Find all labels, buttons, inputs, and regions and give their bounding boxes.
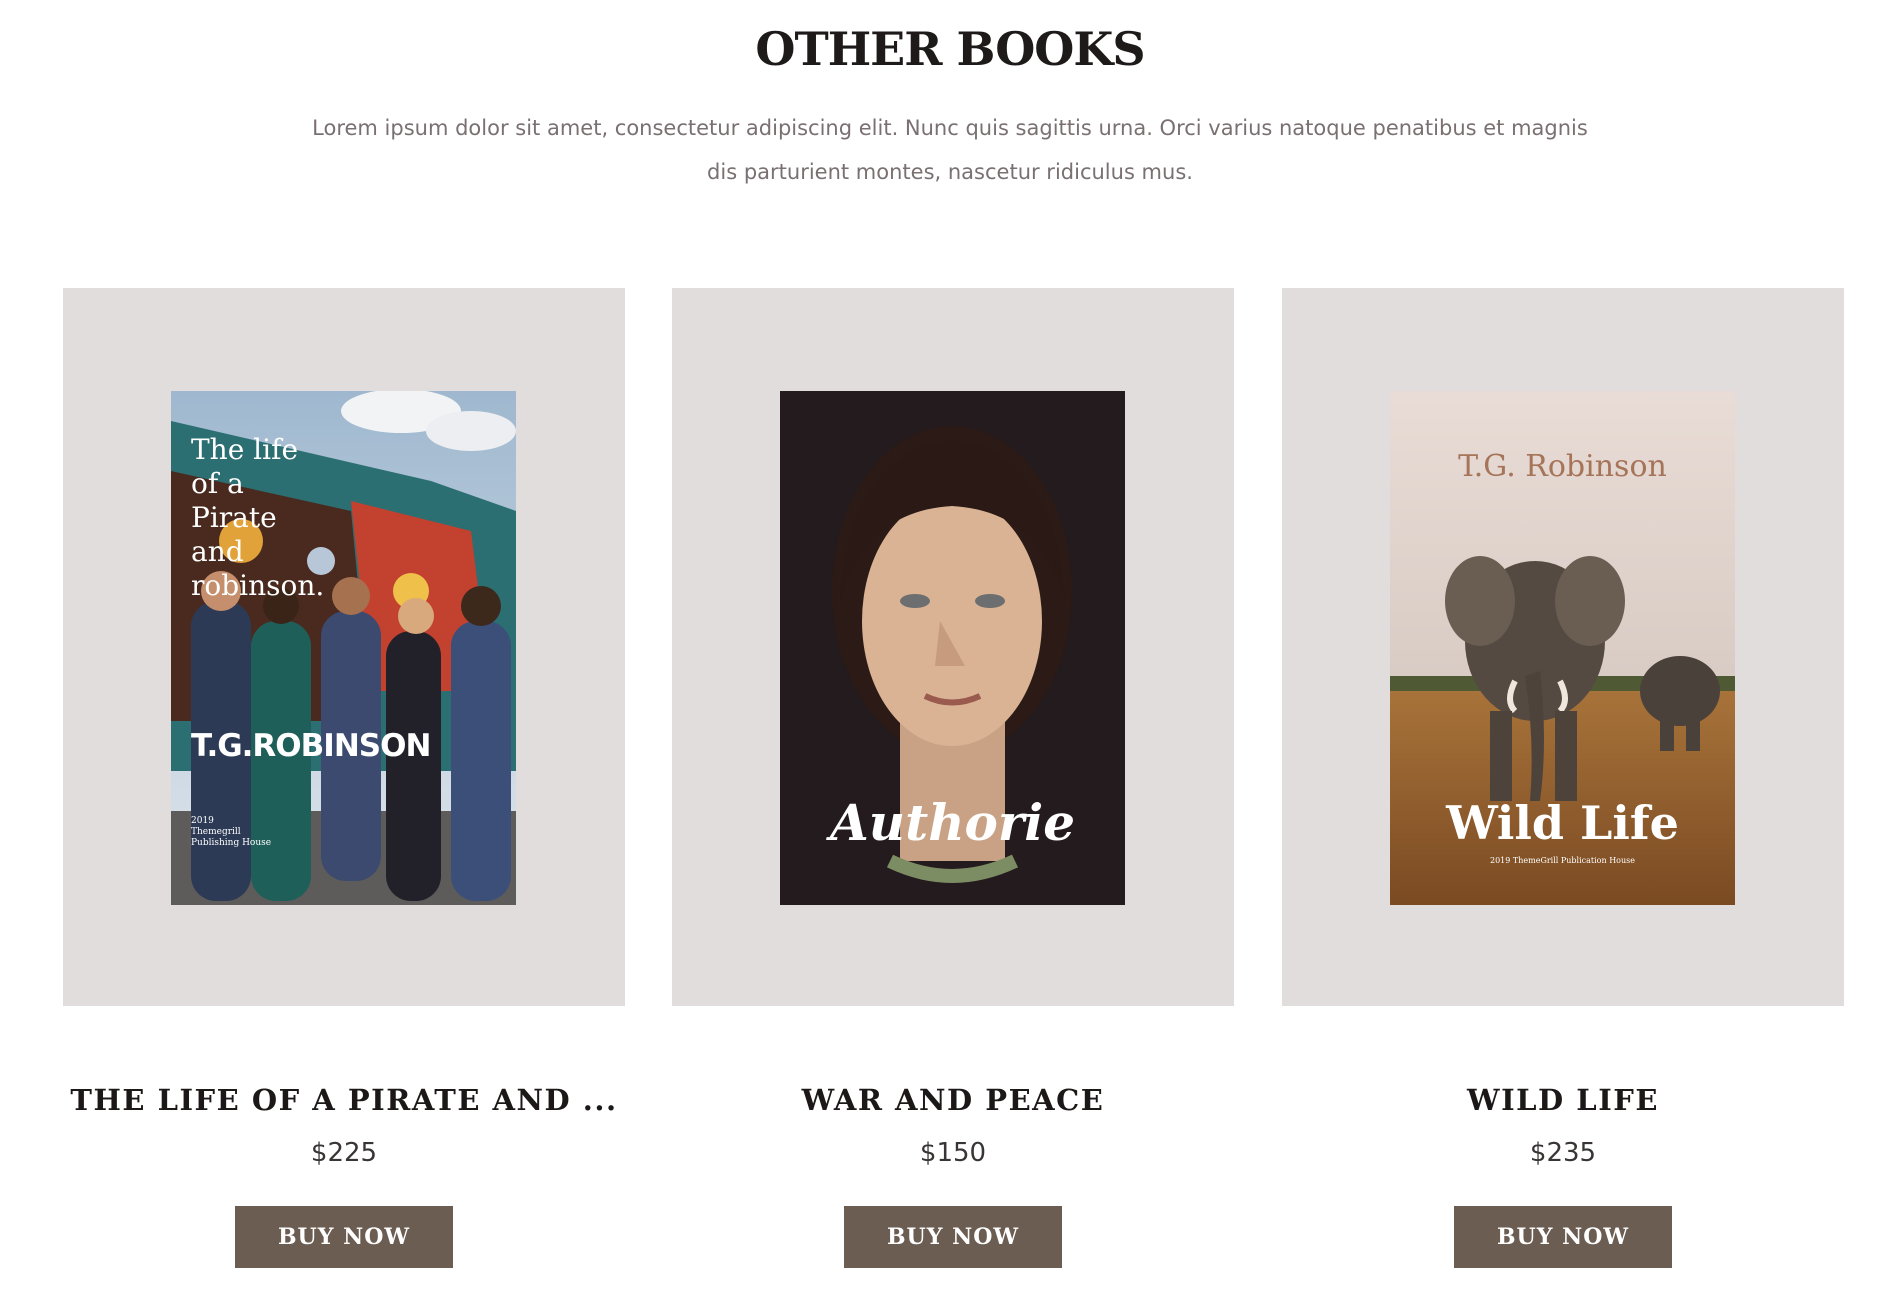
book-card: T.G. Robinson Wild Life 2019 ThemeGrill … [1282, 288, 1844, 1268]
book-card: The life of a Pirate and robinson. T.G.R… [63, 288, 625, 1268]
book-media-panel: Authorie [672, 288, 1234, 1006]
cover-title-line: The life [191, 433, 299, 466]
cover-title-line: and [191, 535, 244, 568]
cover-publisher-line: Publishing House [191, 838, 272, 848]
cover-publisher-line: 2019 [191, 816, 214, 826]
cover-author: T.G. Robinson [1458, 449, 1667, 484]
section-intro: Lorem ipsum dolor sit amet, consectetur … [312, 116, 1588, 184]
cover-title-line: of a [191, 467, 244, 500]
book-price: $150 [919, 1138, 987, 1168]
cover-title-line: Pirate [191, 501, 277, 534]
book-title[interactable]: WAR AND PEACE [672, 1083, 1234, 1117]
book-card: Authorie WAR AND PEACE $150 BUY NOW [672, 288, 1234, 1268]
cover-author: T.G.ROBINSON [191, 728, 431, 764]
cover-publisher: 2019 ThemeGrill Publication House [1490, 856, 1635, 865]
book-price: $225 [310, 1138, 378, 1168]
buy-now-button[interactable]: BUY NOW [235, 1206, 453, 1268]
book-media-panel: The life of a Pirate and robinson. T.G.R… [63, 288, 625, 1006]
book-media-panel: T.G. Robinson Wild Life 2019 ThemeGrill … [1282, 288, 1844, 1006]
cover-title: Authorie [829, 793, 1076, 852]
cover-title-line: robinson. [191, 569, 325, 602]
book-cover-image[interactable]: T.G. Robinson Wild Life 2019 ThemeGrill … [1390, 391, 1735, 905]
buy-now-button[interactable]: BUY NOW [844, 1206, 1062, 1268]
book-cover-image[interactable]: The life of a Pirate and robinson. T.G.R… [171, 391, 516, 905]
section-title: OTHER BOOKS [755, 22, 1145, 76]
cover-title: Wild Life [1446, 796, 1679, 850]
book-price: $235 [1529, 1138, 1597, 1168]
book-title[interactable]: WILD LIFE [1282, 1083, 1844, 1117]
buy-now-button[interactable]: BUY NOW [1454, 1206, 1672, 1268]
cover-publisher-line: Themegrill [191, 827, 241, 837]
book-title[interactable]: THE LIFE OF A PIRATE AND ... [63, 1083, 625, 1117]
book-cover-image[interactable]: Authorie [780, 391, 1125, 905]
